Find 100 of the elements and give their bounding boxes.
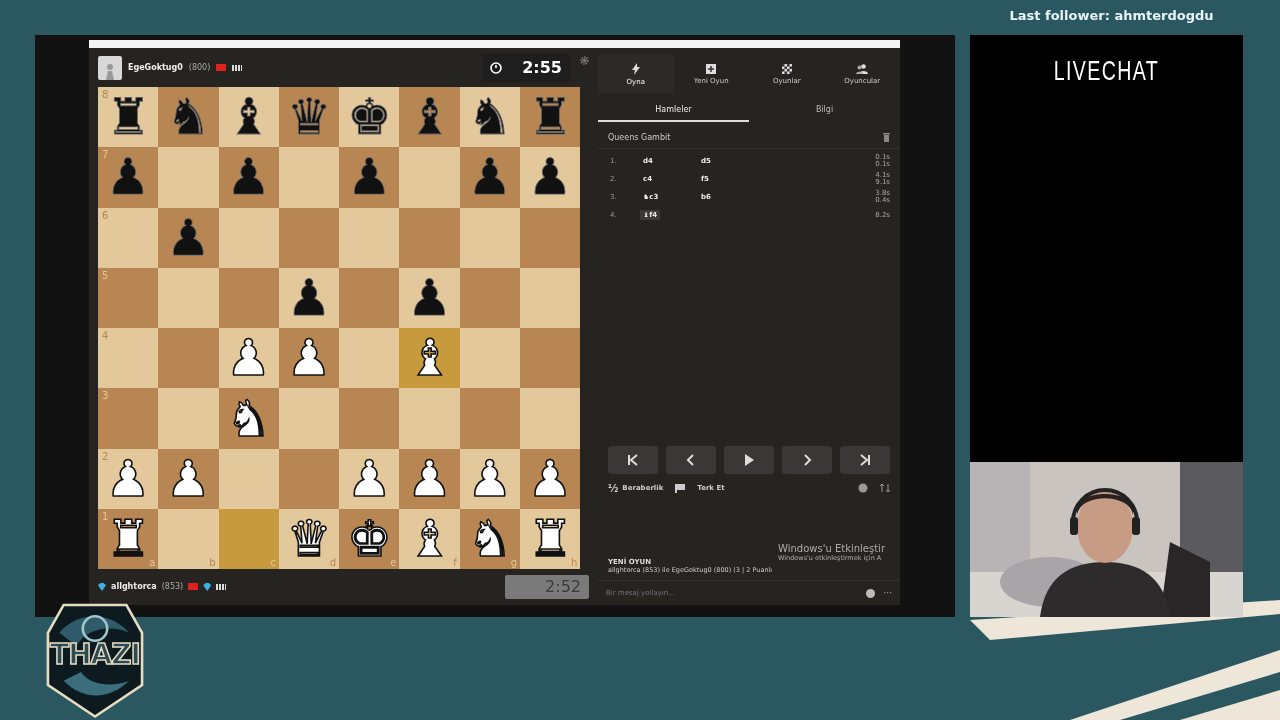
file-label: e	[390, 557, 397, 569]
signal-bars-icon	[232, 64, 243, 71]
board-square[interactable]: ♟	[459, 147, 521, 208]
chess-piece[interactable]: ♟	[286, 333, 332, 384]
flag-icon	[675, 483, 686, 493]
chess-piece[interactable]: ♟	[346, 152, 392, 203]
more-button[interactable]: ···	[883, 588, 892, 598]
board-square[interactable]	[218, 207, 279, 268]
chess-piece[interactable]: ♞	[166, 92, 211, 143]
chess-piece[interactable]: ♟	[166, 212, 211, 263]
board-square[interactable]: ♞	[158, 87, 219, 148]
board-square[interactable]: ♛	[278, 87, 340, 148]
board-square[interactable]	[520, 207, 581, 268]
lightning-icon	[631, 62, 640, 75]
board-square[interactable]	[278, 147, 340, 208]
chess-piece[interactable]: ♝	[226, 92, 272, 143]
board-square[interactable]	[459, 388, 521, 449]
panel-tab[interactable]: Bilgi	[749, 98, 900, 122]
first-icon	[626, 453, 640, 467]
rank-label: 6	[102, 209, 109, 221]
board-square[interactable]	[218, 267, 279, 329]
chess-piece[interactable]: ♟	[527, 152, 573, 203]
chess-piece[interactable]: ♟	[527, 453, 573, 504]
board-square[interactable]: ♟	[399, 267, 460, 329]
chess-piece[interactable]: ♟	[467, 152, 513, 203]
board-square[interactable]	[278, 388, 340, 449]
board-square[interactable]: ♟	[399, 448, 460, 510]
player-name[interactable]: EgeGoktug0	[128, 63, 183, 72]
board-square[interactable]	[278, 448, 340, 510]
player-name[interactable]: allghtorca	[111, 582, 157, 592]
chess-piece[interactable]: ♟	[226, 152, 272, 203]
file-label: g	[510, 557, 518, 569]
play-icon	[743, 453, 755, 467]
last-move-button[interactable]	[840, 446, 890, 474]
logo-text: THAZI	[49, 638, 141, 671]
board-square[interactable]	[339, 388, 400, 449]
board-square[interactable]	[158, 267, 219, 329]
first-move-button[interactable]	[608, 446, 658, 474]
board-square[interactable]: ♟	[520, 448, 581, 510]
board-square[interactable]: ♟	[158, 448, 219, 510]
livechat-title: LIVECHAT	[1053, 55, 1160, 88]
panel-tab[interactable]: Hamleler	[598, 98, 749, 122]
board-square[interactable]	[399, 388, 460, 449]
board-square[interactable]	[459, 328, 521, 389]
board-square[interactable]	[459, 207, 521, 268]
board-square[interactable]	[520, 267, 581, 329]
board-square[interactable]: ♟	[520, 147, 581, 208]
board-square[interactable]	[520, 328, 581, 389]
last-icon	[858, 453, 872, 467]
board-square[interactable]: ♚	[339, 87, 400, 148]
board-square[interactable]	[158, 147, 219, 208]
next-move-button[interactable]	[782, 446, 832, 474]
chess-piece[interactable]: ♞	[226, 393, 272, 444]
chess-piece[interactable]: ♚	[346, 92, 392, 143]
chess-piece[interactable]: ♞	[467, 514, 513, 565]
play-button[interactable]	[724, 446, 774, 474]
board-square[interactable]: ♟	[278, 267, 340, 329]
flip-icon[interactable]	[880, 483, 890, 493]
chess-piece[interactable]: ♞	[467, 92, 513, 143]
chess-piece[interactable]: ♟	[407, 453, 453, 504]
board-square[interactable]: ♞	[218, 388, 279, 449]
board-square[interactable]	[339, 267, 400, 329]
trash-icon[interactable]	[883, 132, 890, 142]
settings-icon[interactable]	[580, 56, 589, 65]
file-label: d	[329, 557, 337, 569]
board-square[interactable]: ♝	[218, 87, 279, 148]
chess-piece[interactable]: ♛	[286, 92, 332, 143]
avatar-icon	[98, 55, 122, 80]
chess-piece[interactable]: ♝	[407, 92, 453, 143]
board-square[interactable]: ♞	[459, 87, 521, 148]
last-follower-text: Last follower: ahmterdogdu	[1008, 8, 1215, 23]
board-square[interactable]	[520, 388, 581, 449]
chess-piece[interactable]: ♜	[527, 92, 573, 143]
board-square[interactable]: ♟	[158, 207, 219, 268]
chess-piece[interactable]: ♟	[286, 273, 332, 324]
people-icon	[856, 63, 869, 74]
board-square[interactable]	[158, 328, 219, 389]
board-square[interactable]	[339, 328, 400, 389]
previous-move-button[interactable]	[666, 446, 716, 474]
board-square[interactable]: ♟	[218, 147, 279, 208]
board-square[interactable]	[399, 147, 460, 208]
file-label: h	[571, 557, 578, 569]
signal-bars-icon	[216, 583, 227, 590]
file-label: c	[270, 557, 276, 569]
board-square[interactable]: ♟	[339, 147, 400, 208]
chess-piece[interactable]: ♟	[407, 273, 453, 324]
game-clock: 2:52	[505, 574, 589, 599]
board-square[interactable]	[158, 388, 219, 449]
board-square[interactable]: ♟	[278, 328, 340, 389]
board-square[interactable]	[399, 207, 460, 268]
board-square[interactable]	[218, 448, 279, 510]
flag-icon	[188, 583, 199, 591]
board-square[interactable]	[278, 207, 340, 268]
board-square[interactable]: ♜	[520, 87, 581, 148]
board-square[interactable]	[339, 207, 400, 268]
chess-piece[interactable]: ♟	[166, 453, 211, 504]
rank-label: 4	[102, 330, 109, 342]
rank-label: 1	[102, 511, 109, 523]
board-square[interactable]	[459, 267, 521, 329]
board-square[interactable]: ♝	[399, 87, 460, 148]
